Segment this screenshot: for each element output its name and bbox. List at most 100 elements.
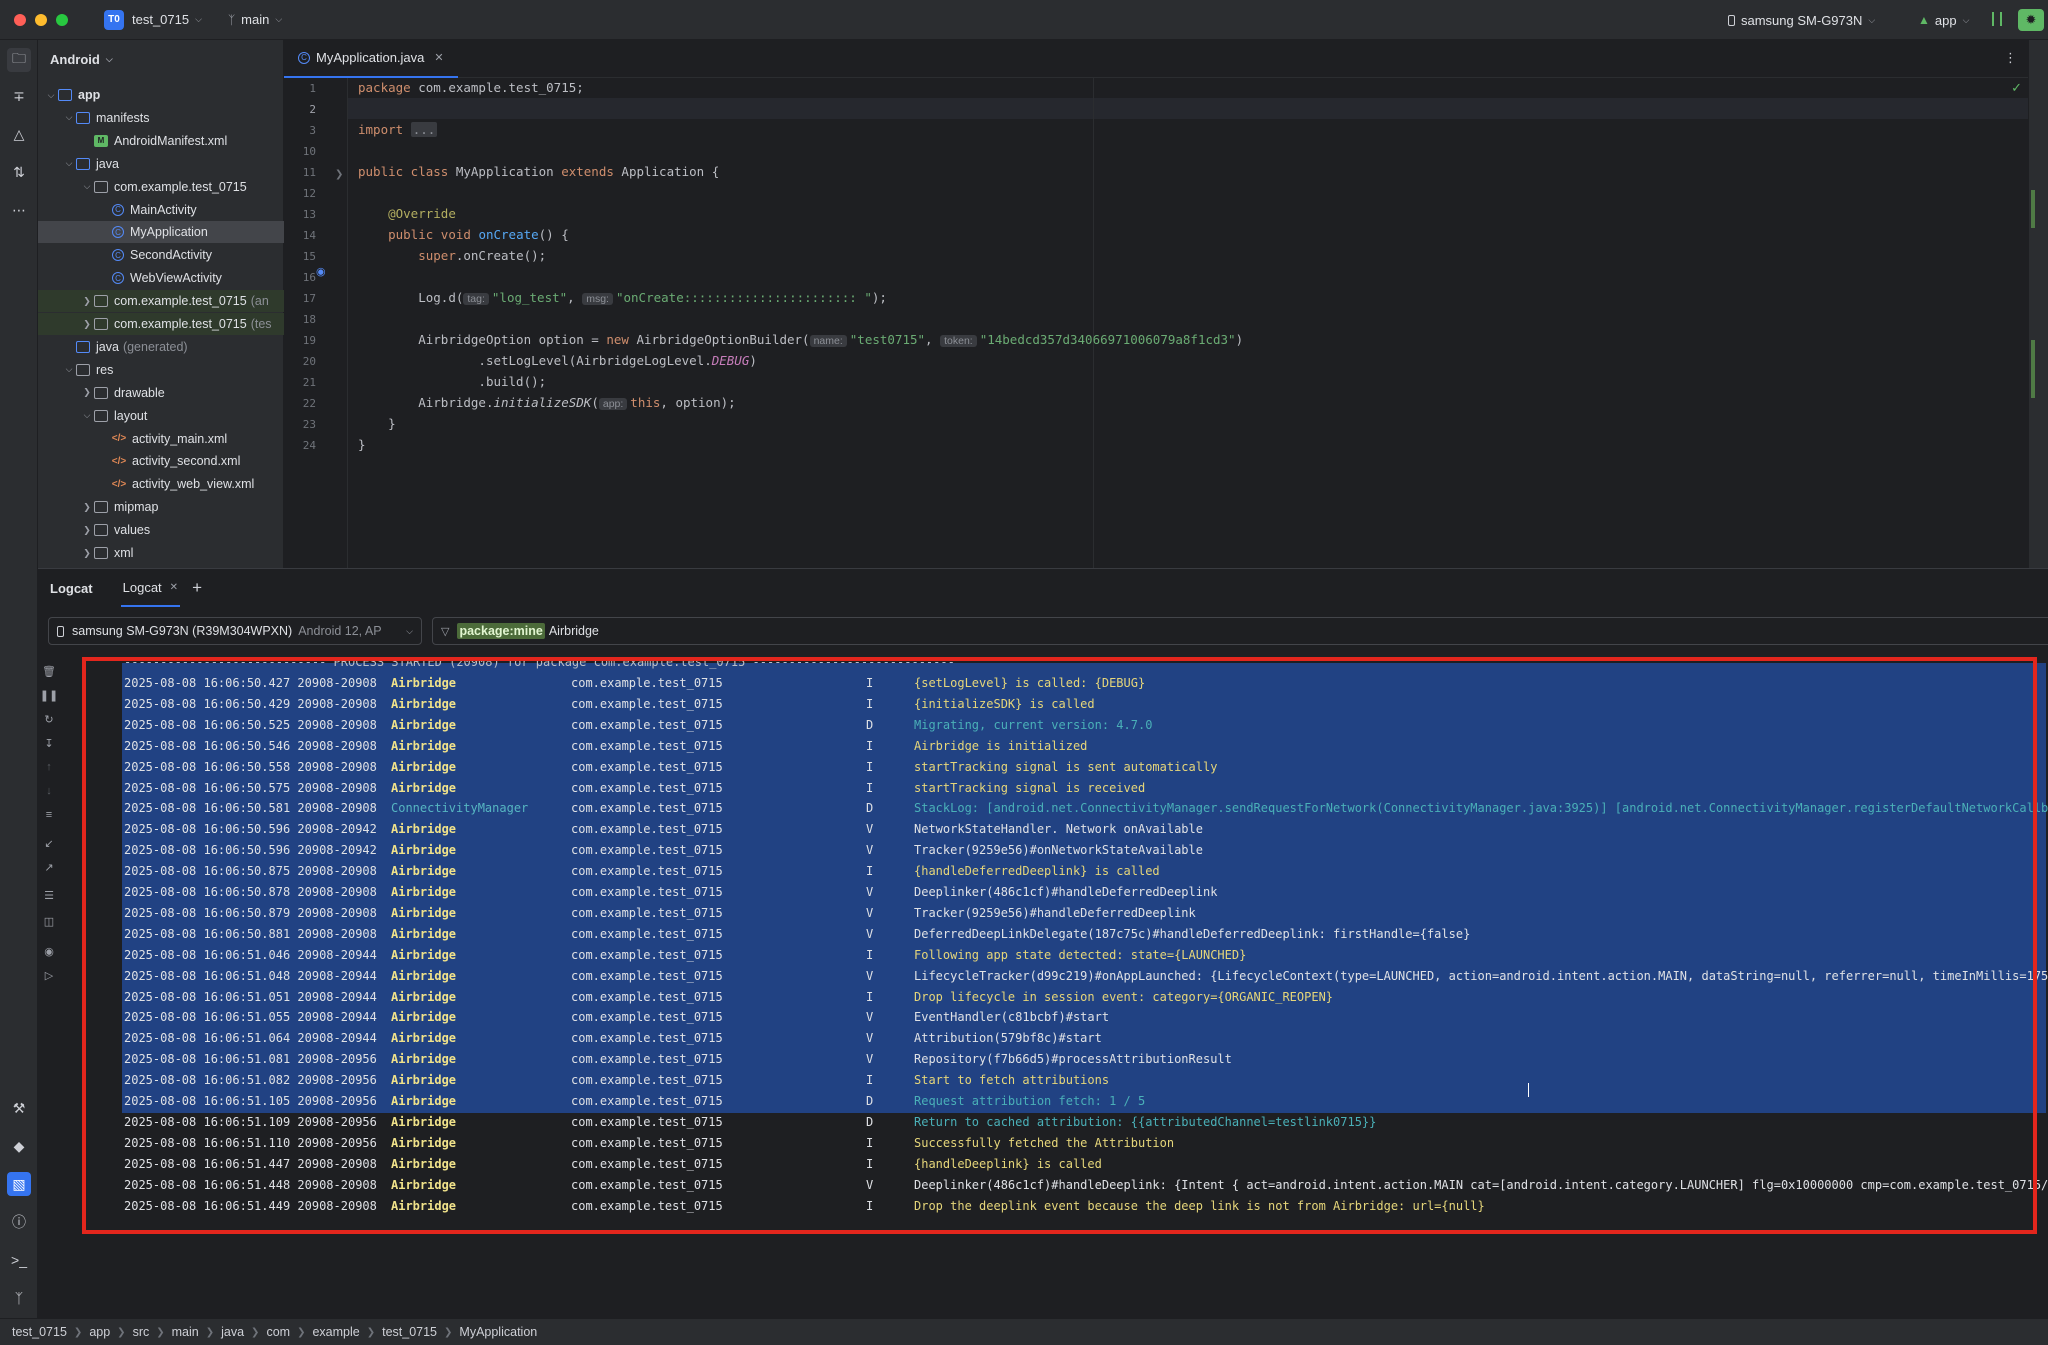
- tree-item[interactable]: ⌵ res: [38, 359, 284, 381]
- collapse-arrow-icon[interactable]: ❯: [80, 548, 94, 559]
- logcat-tab-bar: Logcat Logcat ✕ +: [38, 569, 2048, 607]
- expand-arrow-icon[interactable]: ⌵: [44, 90, 58, 101]
- expand-arrow-icon[interactable]: ⌵: [62, 364, 76, 375]
- expand-arrow-icon[interactable]: ⌵: [62, 112, 76, 123]
- logcat-filter-input[interactable]: ▽ package:mine Airbridge: [432, 617, 2048, 645]
- up-icon[interactable]: ↑: [38, 761, 60, 773]
- tree-item[interactable]: ❯ drawable: [38, 382, 284, 404]
- tree-item[interactable]: </> activity_second.xml: [38, 450, 284, 472]
- expand-arrow-icon[interactable]: ⌵: [62, 158, 76, 169]
- log-tag: Airbridge: [391, 968, 457, 983]
- breadcrumb-item[interactable]: src: [133, 1325, 150, 1339]
- breadcrumb-item[interactable]: test_0715: [382, 1325, 437, 1339]
- line-number: 10: [302, 145, 316, 158]
- log-level: V: [866, 926, 874, 941]
- debug-icon[interactable]: ✹: [2018, 9, 2044, 31]
- more-options-icon[interactable]: ⋮: [2004, 50, 2017, 66]
- collapse-arrow-icon[interactable]: ❯: [80, 525, 94, 536]
- tree-item[interactable]: ⌵ manifests: [38, 107, 284, 129]
- tree-item-suffix: (tes: [250, 317, 272, 331]
- tree-item[interactable]: ❯ mipmap: [38, 496, 284, 518]
- logcat-icon[interactable]: ▧: [7, 1172, 31, 1196]
- project-selector[interactable]: test_0715 ⌵: [132, 12, 202, 27]
- close-tab-icon[interactable]: ✕: [434, 51, 443, 64]
- collapse-arrow-icon[interactable]: ❯: [80, 502, 94, 513]
- breadcrumb-item[interactable]: app: [89, 1325, 110, 1339]
- tree-item[interactable]: C MainActivity: [38, 199, 284, 221]
- log-level: I: [866, 780, 874, 795]
- tree-item[interactable]: ❯ xml: [38, 542, 284, 564]
- code-area[interactable]: package com.example.test_0715; import ..…: [347, 78, 2028, 568]
- tree-item[interactable]: java (generated): [38, 336, 284, 358]
- project-folder-icon[interactable]: 🗀: [7, 48, 31, 72]
- tree-item[interactable]: ⌵ layout: [38, 405, 284, 427]
- gem-icon[interactable]: ◆: [7, 1134, 31, 1158]
- terminal-icon[interactable]: >_: [7, 1248, 31, 1272]
- tree-item[interactable]: C SecondActivity: [38, 244, 284, 266]
- collapse-arrow-icon[interactable]: ❯: [80, 387, 94, 398]
- breadcrumb-item[interactable]: java: [221, 1325, 244, 1339]
- minimize-window-button[interactable]: [35, 13, 47, 26]
- git-icon[interactable]: ᛉ: [7, 1286, 31, 1310]
- commit-icon[interactable]: ∓: [7, 84, 31, 108]
- inspection-ok-icon[interactable]: ✓: [2011, 80, 2022, 96]
- build-hammer-icon[interactable]: ⚒: [7, 1096, 31, 1120]
- tree-item[interactable]: ⌵ com.example.test_0715: [38, 176, 284, 198]
- tree-item[interactable]: M AndroidManifest.xml: [38, 130, 284, 152]
- clear-log-icon[interactable]: 🗑: [38, 665, 60, 678]
- screenshot-icon[interactable]: ◉: [38, 945, 60, 958]
- branch-selector[interactable]: ᛉ main ⌵: [228, 12, 282, 27]
- tree-item-label: java: [96, 156, 119, 171]
- breadcrumb-item[interactable]: main: [172, 1325, 199, 1339]
- breadcrumb-item[interactable]: test_0715: [12, 1325, 67, 1339]
- override-marker-icon[interactable]: ◉: [316, 265, 326, 278]
- fold-arrow-icon[interactable]: ❯: [335, 169, 343, 180]
- logcat-device-selector[interactable]: samsung SM-G973N (R39M304WPXN) Android 1…: [48, 617, 422, 645]
- soft-wrap-icon[interactable]: ≡: [38, 809, 60, 821]
- run-config-selector[interactable]: ▲ app ⌵: [1918, 0, 1969, 40]
- pause-log-icon[interactable]: ❚❚: [38, 689, 60, 702]
- expand-arrow-icon[interactable]: ⌵: [80, 181, 94, 192]
- tree-item[interactable]: ❯ values: [38, 519, 284, 541]
- logcat-output[interactable]: ---------------------------- PROCESS STA…: [86, 659, 2048, 1219]
- tree-item[interactable]: </> activity_main.xml: [38, 428, 284, 450]
- device-selector[interactable]: samsung SM-G973N ⌵: [1728, 0, 1875, 40]
- log-tag: Airbridge: [391, 1073, 457, 1088]
- import-icon[interactable]: ↙: [38, 837, 60, 850]
- tree-item[interactable]: C WebViewActivity: [38, 267, 284, 289]
- resource-manager-icon[interactable]: △: [7, 122, 31, 146]
- log-message: Following app state detected: state={LAU…: [914, 947, 1247, 962]
- problems-icon[interactable]: ⓘ: [7, 1210, 31, 1234]
- pause-icon[interactable]: [1992, 12, 2002, 26]
- tab-myapplication[interactable]: C MyApplication.java ✕: [284, 40, 458, 78]
- breadcrumb-item[interactable]: com: [266, 1325, 290, 1339]
- more-tools-icon[interactable]: ⋯: [7, 198, 31, 222]
- split-panels-icon[interactable]: ◫: [38, 915, 60, 928]
- pull-requests-icon[interactable]: ⇅: [7, 160, 31, 184]
- tree-item[interactable]: ⌵ app: [38, 84, 284, 106]
- scroll-to-end-icon[interactable]: ↧: [38, 737, 60, 750]
- tree-item[interactable]: C MyApplication: [38, 221, 284, 244]
- expand-arrow-icon[interactable]: ⌵: [80, 410, 94, 421]
- export-icon[interactable]: ↗: [38, 861, 60, 874]
- close-window-button[interactable]: [14, 13, 26, 26]
- chevron-down-icon: ⌵: [1962, 14, 1970, 25]
- restart-icon[interactable]: ↻: [38, 713, 60, 726]
- close-tab-icon[interactable]: ✕: [170, 582, 178, 593]
- breadcrumb-item[interactable]: example: [312, 1325, 359, 1339]
- breadcrumb-item[interactable]: MyApplication: [459, 1325, 537, 1339]
- add-tab-icon[interactable]: +: [192, 578, 202, 598]
- tree-item[interactable]: ❯ com.example.test_0715 (an: [38, 290, 284, 313]
- screen-record-icon[interactable]: ▷: [38, 969, 60, 982]
- project-view-selector[interactable]: Android ⌵: [38, 40, 283, 78]
- settings-icon[interactable]: ☰: [38, 889, 60, 902]
- tab-logcat[interactable]: Logcat ✕: [120, 569, 181, 607]
- log-message: StackLog: [android.net.ConnectivityManag…: [914, 801, 2048, 816]
- tree-item[interactable]: ❯ com.example.test_0715 (tes: [38, 313, 284, 335]
- down-icon[interactable]: ↓: [38, 785, 60, 797]
- tree-item[interactable]: </> activity_web_view.xml: [38, 473, 284, 495]
- collapse-arrow-icon[interactable]: ❯: [80, 296, 94, 307]
- tree-item[interactable]: ⌵ java: [38, 153, 284, 175]
- maximize-window-button[interactable]: [56, 13, 68, 26]
- collapse-arrow-icon[interactable]: ❯: [80, 319, 94, 330]
